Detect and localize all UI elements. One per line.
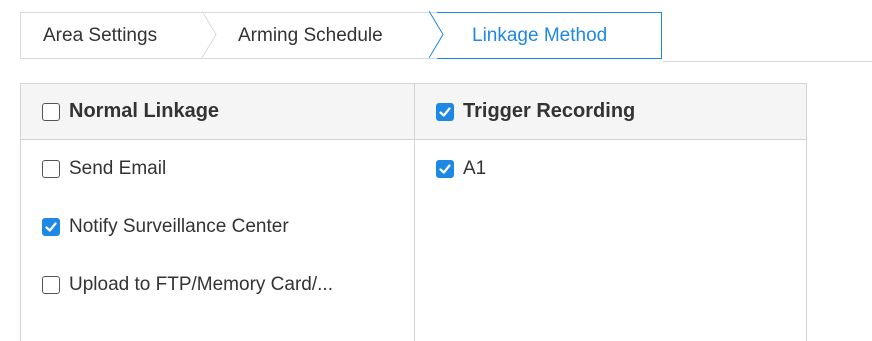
trigger-recording-checkbox[interactable] <box>436 102 454 121</box>
tab-linkage-method[interactable]: Linkage Method <box>437 12 662 59</box>
tab-label: Area Settings <box>43 24 158 46</box>
tab-bar: Area Settings Arming Schedule Linkage Me… <box>20 11 662 61</box>
trigger-recording-column: Trigger Recording A1 <box>415 84 806 341</box>
list-item-a1[interactable]: A1 <box>436 158 806 180</box>
linkage-method-page: Area Settings Arming Schedule Linkage Me… <box>0 0 872 341</box>
tab-area-settings[interactable]: Area Settings <box>20 12 210 59</box>
list-item-send-email[interactable]: Send Email <box>42 158 414 180</box>
checkmark-icon <box>439 106 451 117</box>
list-item-notify-surveillance-center[interactable]: Notify Surveillance Center <box>42 216 414 238</box>
normal-linkage-list: Send Email Notify Surveillance Center Up… <box>21 140 414 296</box>
send-email-checkbox[interactable] <box>42 160 60 178</box>
trigger-recording-label: Trigger Recording <box>463 100 636 122</box>
checkmark-icon <box>45 222 57 232</box>
notify-surveillance-center-checkbox[interactable] <box>42 218 60 236</box>
a1-label: A1 <box>463 158 487 179</box>
trigger-recording-list: A1 <box>415 140 806 180</box>
normal-linkage-header: Normal Linkage <box>21 84 414 140</box>
linkage-table: Normal Linkage Send Email Notify Surveil… <box>20 83 807 341</box>
checkmark-icon <box>439 164 451 174</box>
list-item-upload-ftp[interactable]: Upload to FTP/Memory Card/... <box>42 274 414 296</box>
normal-linkage-label: Normal Linkage <box>69 100 220 122</box>
tab-arming-schedule[interactable]: Arming Schedule <box>210 12 437 59</box>
upload-ftp-checkbox[interactable] <box>42 276 60 294</box>
upload-ftp-label: Upload to FTP/Memory Card/... <box>69 274 333 295</box>
tab-bar-underline <box>663 61 872 62</box>
a1-checkbox[interactable] <box>436 160 454 178</box>
trigger-recording-header: Trigger Recording <box>415 84 806 140</box>
tab-label: Arming Schedule <box>238 24 383 46</box>
send-email-label: Send Email <box>69 158 167 179</box>
tab-label: Linkage Method <box>472 24 608 46</box>
tab-separator-chevron-icon <box>202 11 217 58</box>
notify-surveillance-center-label: Notify Surveillance Center <box>69 216 289 237</box>
normal-linkage-column: Normal Linkage Send Email Notify Surveil… <box>21 84 415 341</box>
tab-separator-chevron-icon <box>429 11 444 58</box>
normal-linkage-checkbox[interactable] <box>42 102 60 121</box>
